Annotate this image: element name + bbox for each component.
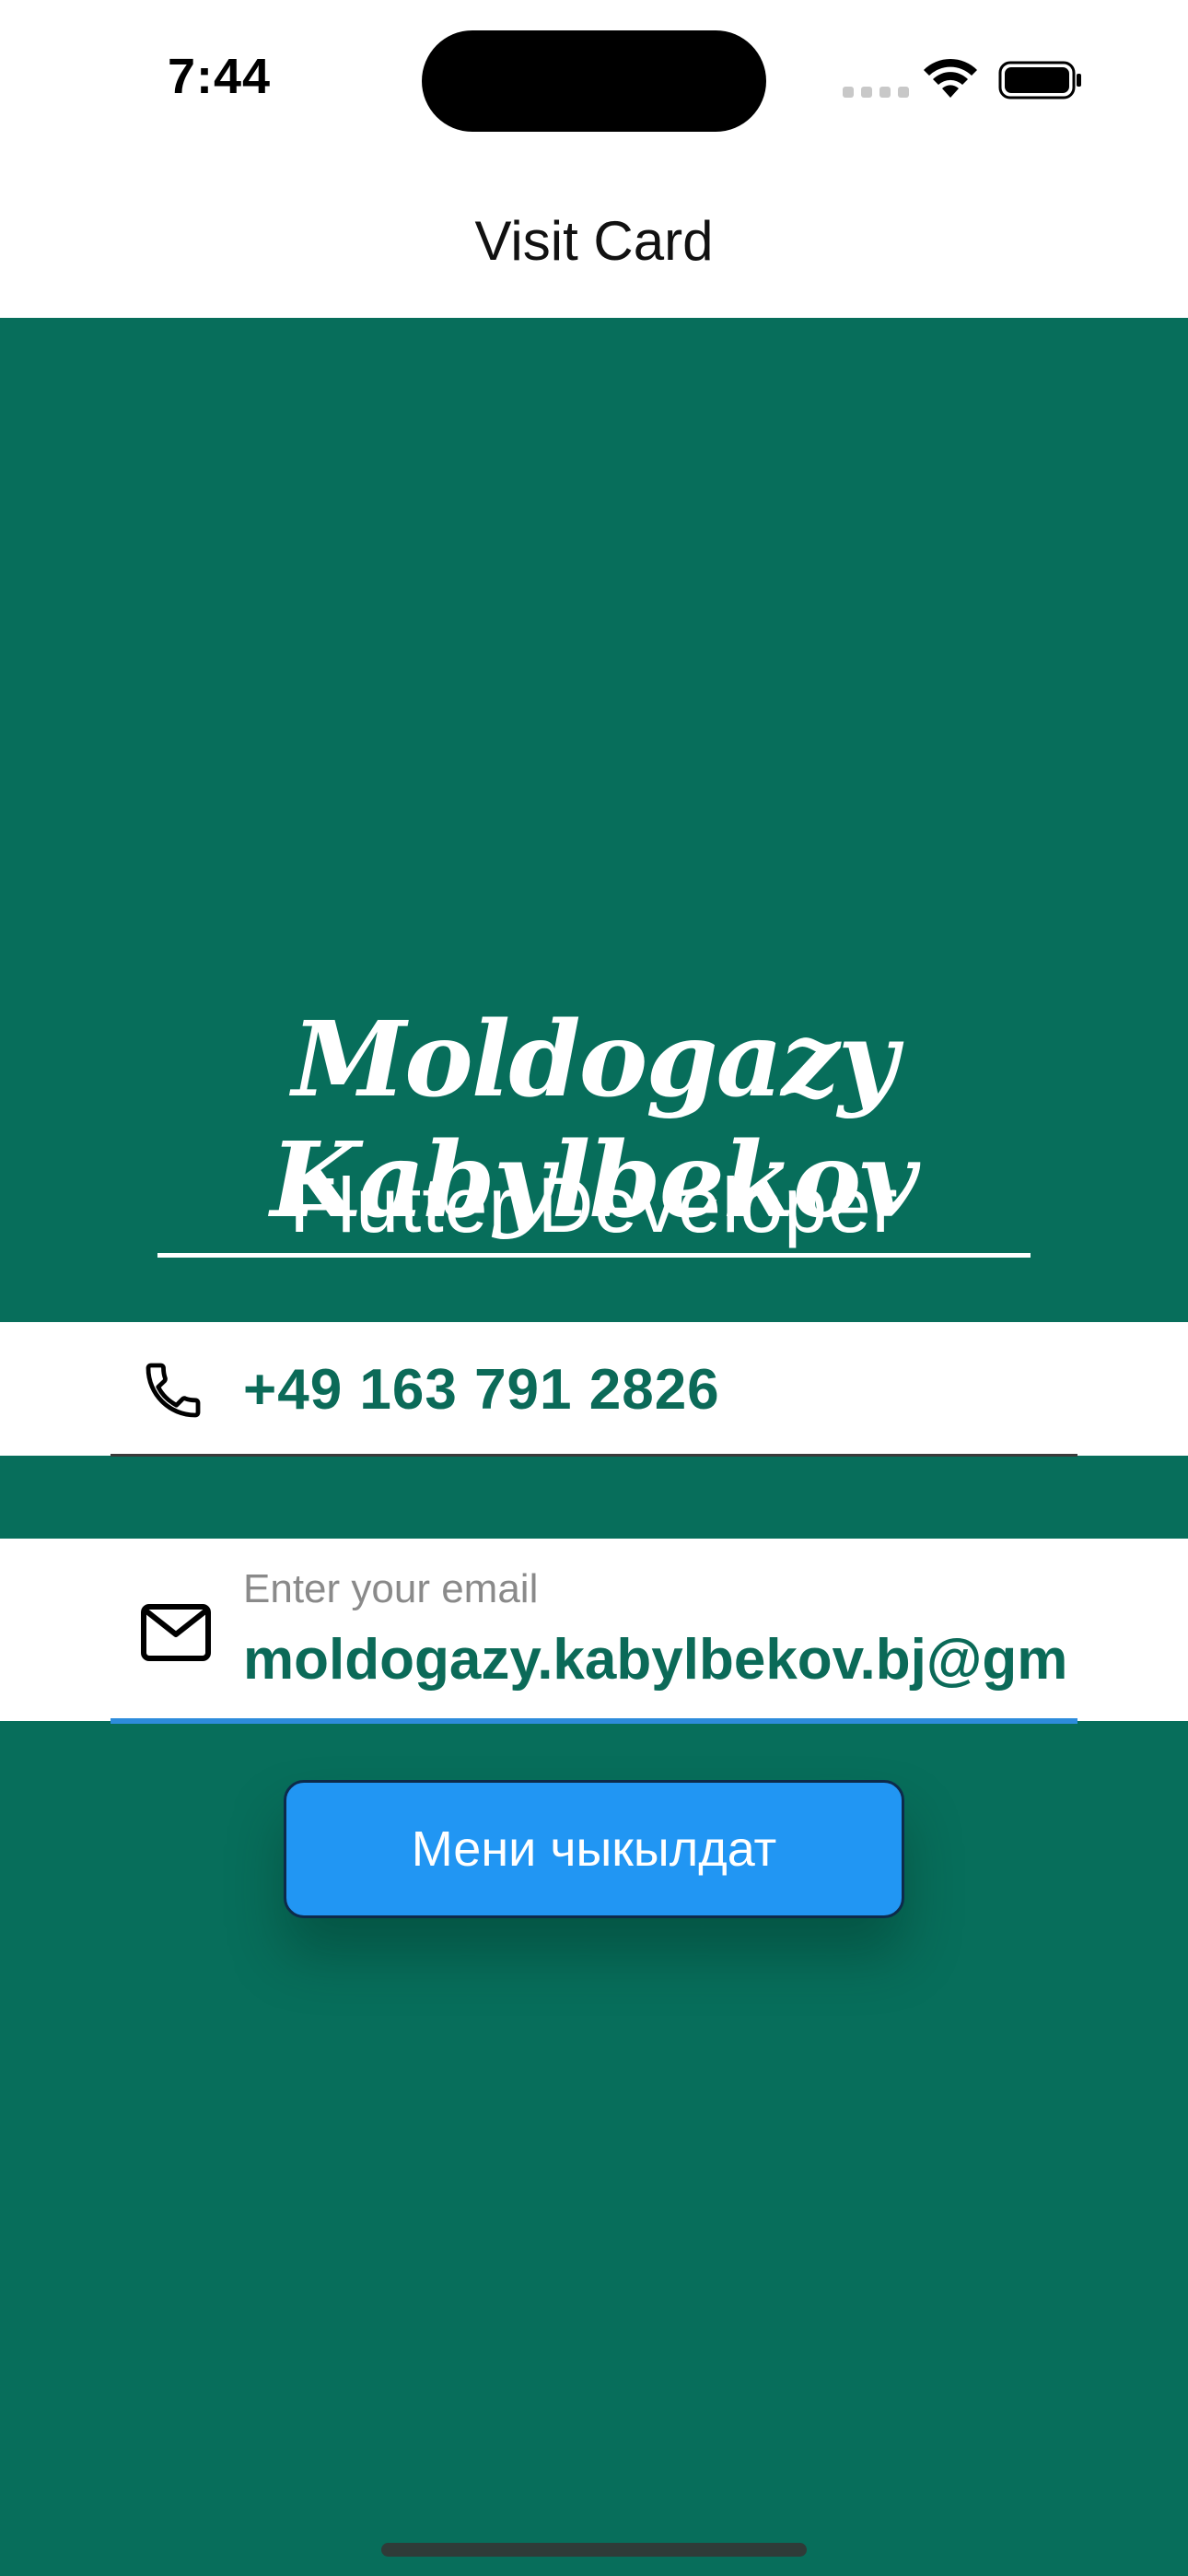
app-bar: Visit Card — [0, 161, 1188, 318]
email-label: Enter your email — [243, 1566, 539, 1611]
email-underline — [111, 1718, 1077, 1724]
card-body: Moldogazy Kabylbekov Flutter Developer +… — [0, 318, 1188, 2576]
profile-role: Flutter Developer — [289, 1162, 899, 1248]
phone-icon — [146, 1363, 201, 1418]
phone-underline — [111, 1454, 1077, 1457]
home-indicator[interactable] — [381, 2543, 807, 2557]
status-time: 7:44 — [168, 49, 272, 104]
role-divider — [157, 1253, 1031, 1258]
email-input[interactable] — [243, 1627, 1077, 1692]
phone-field[interactable]: +49 163 791 2826 — [0, 1322, 1188, 1456]
wifi-icon — [924, 58, 977, 98]
signal-icon — [843, 87, 909, 98]
mail-icon — [141, 1604, 211, 1661]
battery-icon — [998, 61, 1081, 100]
app-title: Visit Card — [474, 210, 714, 272]
screen: 7:44 Visit Card Moldogazy Kabylbekov Flu… — [0, 0, 1188, 2576]
email-field-container: Enter your email — [0, 1539, 1188, 1721]
status-bar: 7:44 — [0, 0, 1188, 161]
click-me-button[interactable]: Мени чыкылдат — [284, 1780, 904, 1918]
dynamic-island — [422, 30, 766, 132]
phone-number: +49 163 791 2826 — [243, 1358, 720, 1422]
